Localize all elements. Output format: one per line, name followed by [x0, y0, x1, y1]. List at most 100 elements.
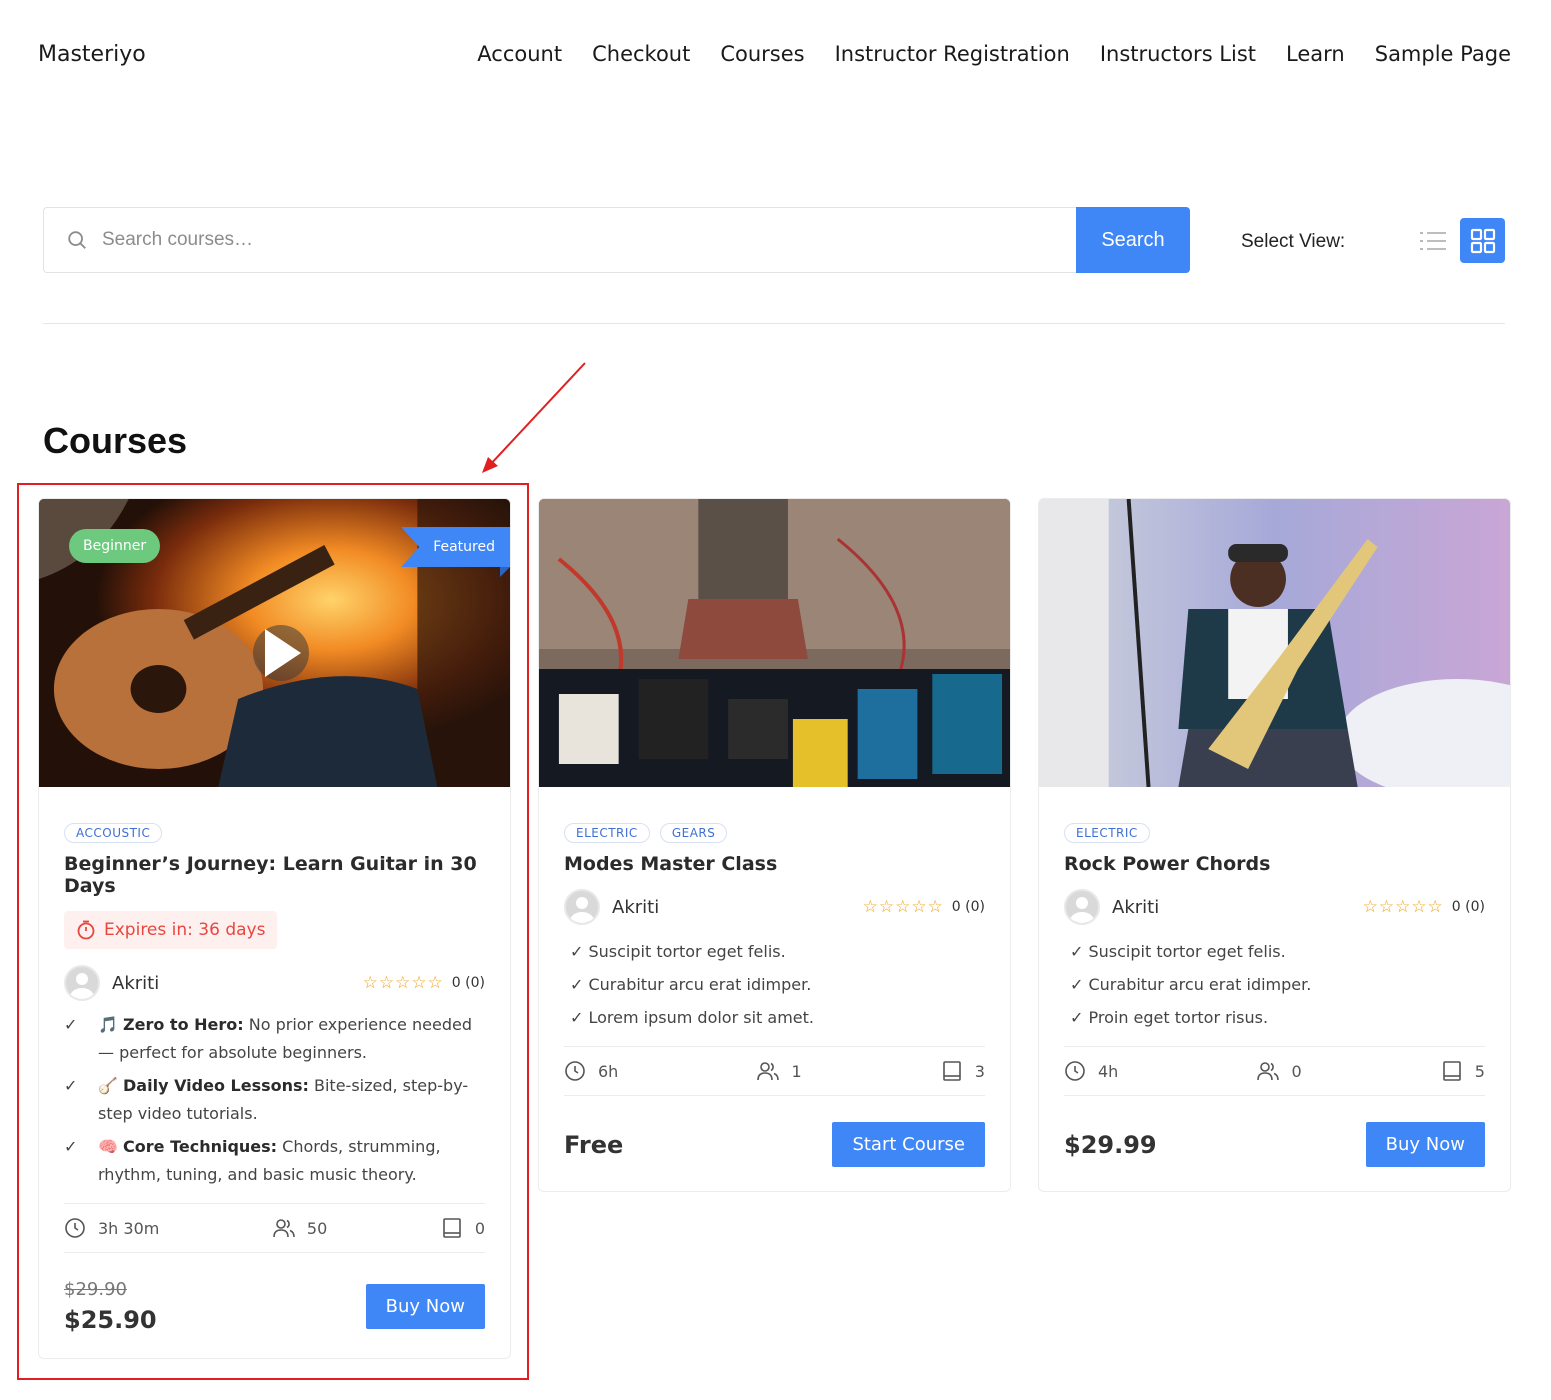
- highlight-list: ✓ Suscipit tortor eget felis. ✓ Curabitu…: [564, 935, 985, 1034]
- clock-icon: [565, 1061, 585, 1081]
- category-tag[interactable]: GEARS: [659, 823, 728, 843]
- duration: 4h: [1098, 1061, 1119, 1081]
- nav-item-courses[interactable]: Courses: [720, 42, 804, 66]
- course-title[interactable]: Beginner’s Journey: Learn Guitar in 30 D…: [64, 853, 485, 897]
- nav-item-checkout[interactable]: Checkout: [592, 42, 690, 66]
- course-meta: 6h 1 3: [564, 1046, 985, 1096]
- author-name: Akriti: [1112, 896, 1160, 918]
- rating: ☆☆☆☆☆ 0 (0): [1363, 897, 1485, 917]
- course-title[interactable]: Modes Master Class: [564, 853, 985, 875]
- course-title[interactable]: Rock Power Chords: [1064, 853, 1485, 875]
- nav-item-account[interactable]: Account: [477, 42, 562, 66]
- nav-item-instructor-registration[interactable]: Instructor Registration: [835, 42, 1070, 66]
- star-rating-icon: ☆☆☆☆☆: [362, 973, 444, 993]
- grid-view-button[interactable]: [1460, 218, 1505, 263]
- star-rating-icon: ☆☆☆☆☆: [862, 897, 944, 917]
- course-thumbnail[interactable]: [539, 499, 1010, 787]
- course-meta: 3h 30m 50 0: [64, 1203, 485, 1253]
- course-card[interactable]: Beginner Featured ACCOUSTIC Beginner’s J…: [38, 498, 511, 1359]
- lessons-icon: [942, 1061, 961, 1081]
- feature-list: ✓ 🎵 Zero to Hero: No prior experience nee…: [64, 1011, 485, 1189]
- list-item: ✓ Suscipit tortor eget felis.: [570, 942, 786, 961]
- students-icon: [1257, 1062, 1280, 1081]
- category-tag[interactable]: ACCOUSTIC: [64, 823, 163, 843]
- search-input[interactable]: [102, 229, 1002, 251]
- select-view-label: Select View:: [1241, 231, 1346, 252]
- play-button[interactable]: [253, 625, 309, 681]
- check-icon: ✓: [64, 1076, 78, 1095]
- author-name: Akriti: [612, 896, 660, 918]
- rating-count: 0 (0): [1451, 899, 1485, 915]
- course-thumbnail[interactable]: [1039, 499, 1510, 787]
- duration: 3h 30m: [98, 1218, 160, 1238]
- star-rating-icon: ☆☆☆☆☆: [1362, 897, 1444, 917]
- avatar: [564, 889, 600, 925]
- lessons-count: 0: [474, 1218, 485, 1238]
- play-icon: [265, 629, 301, 677]
- nav-item-learn[interactable]: Learn: [1286, 42, 1345, 66]
- clock-icon: [65, 1218, 85, 1238]
- main-nav: Account Checkout Courses Instructor Regi…: [477, 42, 1511, 66]
- banjo-icon: 🪕: [98, 1076, 118, 1095]
- nav-item-instructors-list[interactable]: Instructors List: [1100, 42, 1256, 66]
- list-view-icon: [1420, 232, 1446, 250]
- site-title[interactable]: Masteriyo: [38, 42, 146, 67]
- course-image: [1039, 499, 1510, 787]
- author[interactable]: Akriti: [64, 965, 159, 1001]
- author[interactable]: Akriti: [1064, 889, 1159, 925]
- lessons-icon: [1442, 1061, 1461, 1081]
- students-icon: [273, 1219, 295, 1238]
- category-tag[interactable]: ELECTRIC: [1064, 823, 1150, 843]
- expires-text: Expires in: 36 days: [104, 920, 266, 940]
- list-item: ✓ Lorem ipsum dolor sit amet.: [570, 1008, 814, 1027]
- author[interactable]: Akriti: [564, 889, 659, 925]
- list-item: ✓ Proin eget tortor risus.: [1070, 1008, 1269, 1027]
- course-thumbnail[interactable]: Beginner Featured: [39, 499, 510, 787]
- course-card[interactable]: ELECTRIC Rock Power Chords Akriti ☆☆☆☆☆ …: [1038, 498, 1511, 1192]
- level-badge: Beginner: [69, 529, 161, 563]
- author-name: Akriti: [112, 972, 160, 994]
- check-icon: ✓: [64, 1137, 78, 1156]
- students-count: 50: [306, 1218, 328, 1238]
- price: Free: [564, 1130, 624, 1159]
- list-view-button[interactable]: [1416, 226, 1450, 256]
- course-image: [539, 499, 1010, 787]
- timer-icon: [77, 920, 95, 940]
- course-card[interactable]: ELECTRIC GEARS Modes Master Class Akriti…: [538, 498, 1011, 1192]
- rating-count: 0 (0): [951, 899, 985, 915]
- lessons-count: 5: [1474, 1061, 1485, 1081]
- check-icon: ✓: [64, 1015, 78, 1034]
- clock-icon: [1065, 1061, 1085, 1081]
- expires-badge: Expires in: 36 days: [64, 911, 278, 949]
- page-title: Courses: [43, 420, 188, 461]
- course-meta: 4h 0 5: [1064, 1046, 1485, 1096]
- divider: [43, 323, 1505, 324]
- lessons-icon: [443, 1218, 461, 1238]
- buy-now-button[interactable]: Buy Now: [1365, 1122, 1485, 1167]
- list-item: ✓ Curabitur arcu erat idimper.: [1070, 975, 1312, 994]
- avatar: [64, 965, 100, 1001]
- price: $25.90: [64, 1306, 157, 1334]
- search-box: [43, 207, 1077, 273]
- brain-icon: 🧠: [98, 1137, 118, 1156]
- students-count: 1: [791, 1061, 802, 1081]
- grid-view-icon: [1470, 228, 1495, 253]
- annotation-arrow-icon: [482, 362, 586, 473]
- nav-item-sample-page[interactable]: Sample Page: [1375, 42, 1511, 66]
- avatar: [1064, 889, 1100, 925]
- price: $29.99: [1064, 1130, 1157, 1159]
- category-tag[interactable]: ELECTRIC: [564, 823, 650, 843]
- list-item: ✓ Suscipit tortor eget felis.: [1070, 942, 1286, 961]
- start-course-button[interactable]: Start Course: [832, 1122, 985, 1167]
- search-button[interactable]: Search: [1076, 207, 1190, 273]
- buy-now-button[interactable]: Buy Now: [365, 1284, 485, 1329]
- music-note-icon: 🎵: [98, 1015, 118, 1034]
- featured-badge-fold: [500, 567, 510, 577]
- search-icon: [68, 231, 86, 249]
- list-item: ✓ Curabitur arcu erat idimper.: [570, 975, 812, 994]
- lessons-count: 3: [974, 1061, 985, 1081]
- students-count: 0: [1291, 1061, 1302, 1081]
- list-item: ✓ 🎵 Zero to Hero: No prior experience nee…: [64, 1011, 485, 1067]
- students-icon: [757, 1062, 780, 1081]
- highlight-list: ✓ Suscipit tortor eget felis. ✓ Curabitu…: [1064, 935, 1485, 1034]
